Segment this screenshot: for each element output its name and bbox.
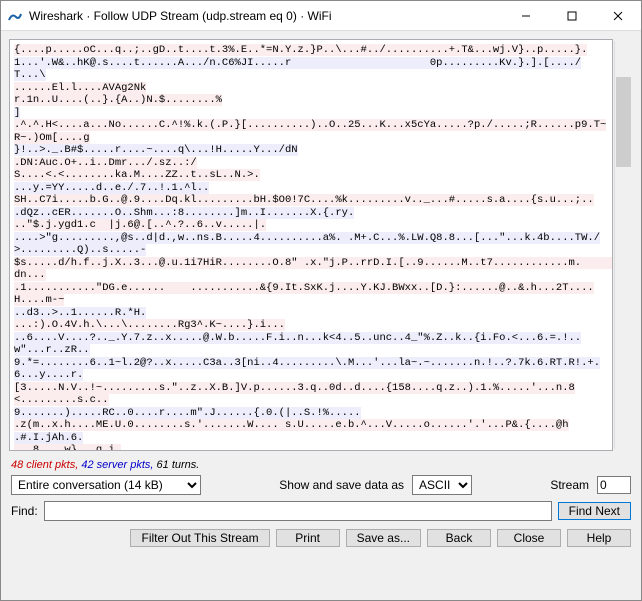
show-as-label: Show and save data as [279, 478, 404, 492]
format-select[interactable]: ASCII [412, 475, 472, 495]
stream-text-box[interactable]: {....p.....oC...q..;..gD..t....t.3%.E..*… [9, 39, 613, 451]
window-title: Wireshark · Follow UDP Stream (udp.strea… [29, 9, 503, 23]
wireshark-icon [7, 8, 23, 24]
find-input[interactable] [44, 501, 552, 521]
close-button[interactable] [595, 1, 641, 30]
back-button[interactable]: Back [427, 529, 491, 547]
print-button[interactable]: Print [276, 529, 340, 547]
conversation-select[interactable]: Entire conversation (14 kB) [11, 475, 201, 495]
controls-row: Entire conversation (14 kB) Show and sav… [1, 475, 641, 499]
client-pkts: 48 client pkts, [11, 459, 78, 471]
close-dialog-button[interactable]: Close [497, 529, 561, 547]
packet-summary: 48 client pkts, 42 server pkts, 61 turns… [1, 457, 641, 475]
stream-number-input[interactable] [597, 476, 631, 494]
help-button[interactable]: Help [567, 529, 631, 547]
save-as-button[interactable]: Save as... [346, 529, 421, 547]
filter-out-button[interactable]: Filter Out This Stream [130, 529, 269, 547]
minimize-button[interactable] [503, 1, 549, 30]
scrollbar[interactable] [614, 41, 631, 449]
button-row: Filter Out This Stream Print Save as... … [1, 527, 641, 555]
find-next-button[interactable]: Find Next [558, 502, 631, 520]
scrollbar-thumb[interactable] [616, 77, 631, 167]
stream-content-area: {....p.....oC...q..;..gD..t....t.3%.E..*… [1, 31, 641, 457]
titlebar: Wireshark · Follow UDP Stream (udp.strea… [1, 1, 641, 31]
stream-label: Stream [550, 478, 589, 492]
find-label: Find: [11, 504, 38, 518]
server-pkts: 42 server pkts, [81, 459, 153, 471]
turns-count: 61 turns. [157, 459, 200, 471]
find-row: Find: Find Next [1, 499, 641, 527]
maximize-button[interactable] [549, 1, 595, 30]
